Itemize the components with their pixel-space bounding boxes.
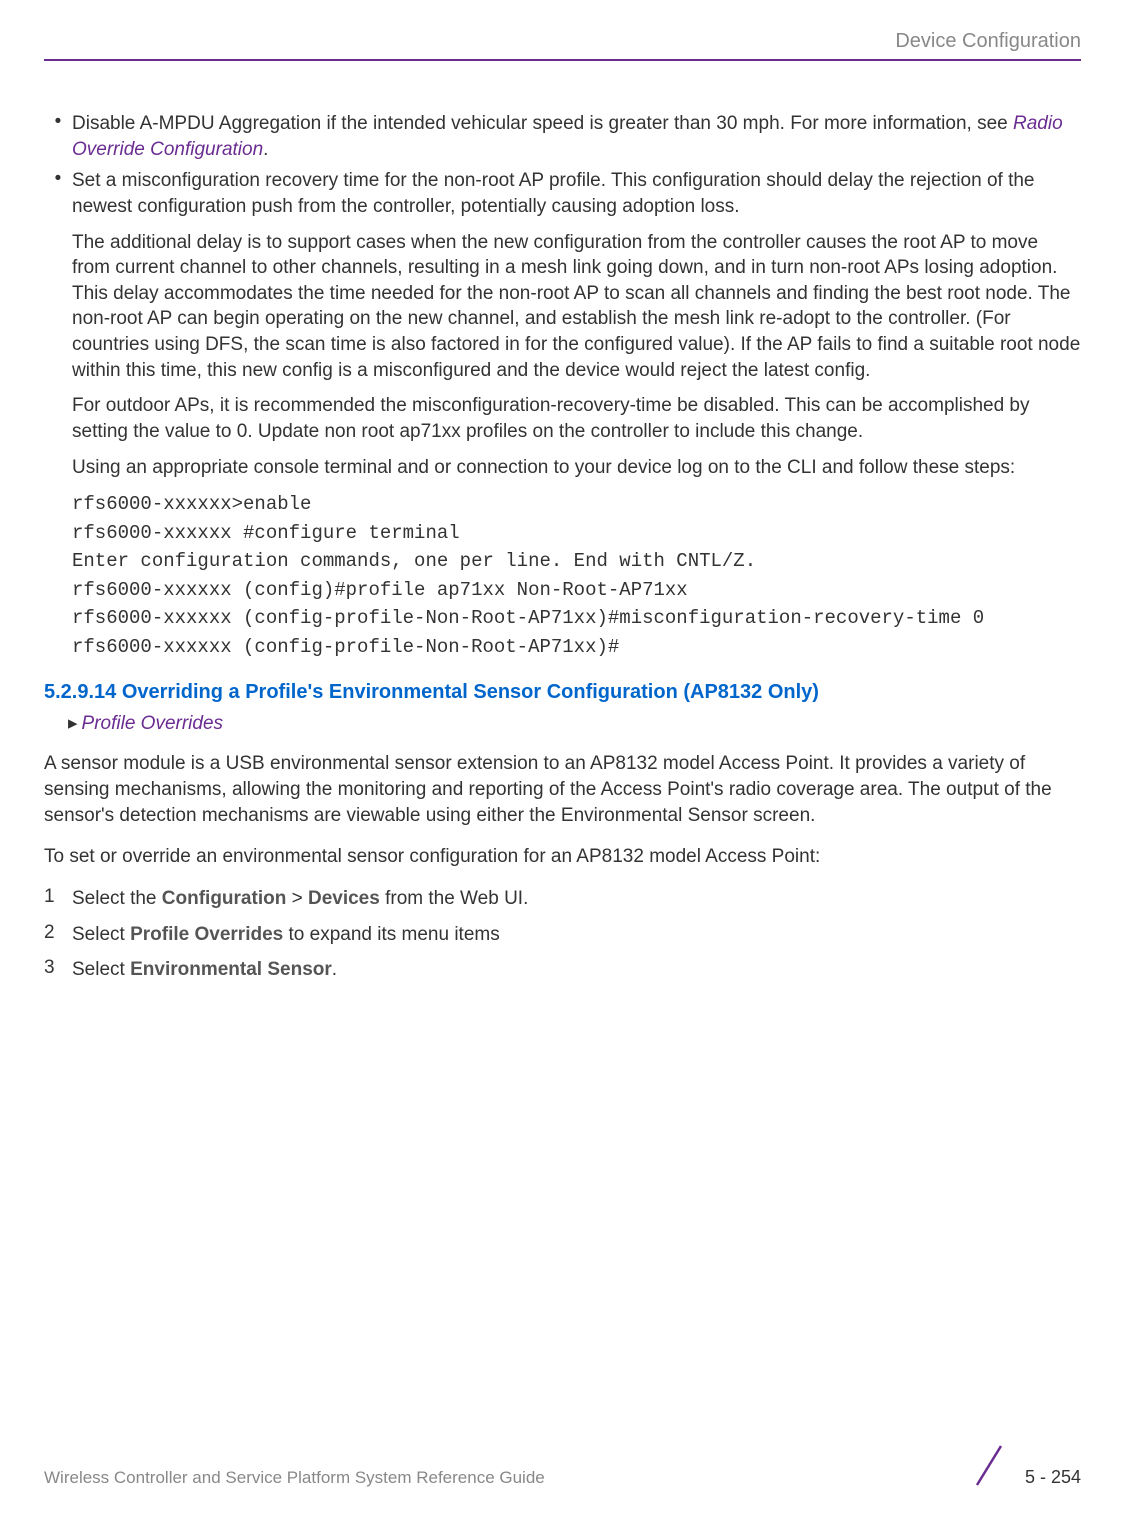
footer-right: 5 - 254 — [969, 1443, 1081, 1488]
cli-line-4: rfs6000-xxxxxx (config)#profile ap71xx N… — [72, 576, 1081, 605]
body-paragraph-1: A sensor module is a USB environmental s… — [44, 751, 1081, 828]
cli-line-3: Enter configuration commands, one per li… — [72, 547, 1081, 576]
cli-line-5: rfs6000-xxxxxx (config-profile-Non-Root-… — [72, 604, 1081, 633]
header-breadcrumb: Device Configuration — [44, 30, 1081, 53]
bullet-marker: • — [44, 168, 72, 219]
step-2: 2 Select Profile Overrides to expand its… — [44, 922, 1081, 948]
breadcrumb-link[interactable]: Profile Overrides — [82, 713, 224, 734]
guide-name: Wireless Controller and Service Platform… — [44, 1468, 545, 1488]
step-3: 3 Select Environmental Sensor. — [44, 957, 1081, 983]
breadcrumb-arrow-icon: ▸ — [68, 713, 78, 734]
step-number: 2 — [44, 922, 72, 948]
body-paragraph-2: To set or override an environmental sens… — [44, 844, 1081, 870]
bullet-1-text-after: . — [263, 139, 268, 160]
sub-paragraph-2: For outdoor APs, it is recommended the m… — [72, 393, 1081, 444]
cli-block: rfs6000-xxxxxx>enable rfs6000-xxxxxx #co… — [72, 490, 1081, 661]
page-header: Device Configuration — [44, 30, 1081, 61]
bullet-content-2: Set a misconfiguration recovery time for… — [72, 168, 1081, 219]
cli-line-2: rfs6000-xxxxxx #configure terminal — [72, 519, 1081, 548]
environmental-sensor-term: Environmental Sensor — [130, 959, 332, 980]
sub-paragraph-1: The additional delay is to support cases… — [72, 230, 1081, 384]
profile-overrides-term: Profile Overrides — [130, 924, 283, 945]
step-2-content: Select Profile Overrides to expand its m… — [72, 922, 1081, 948]
bullet-item-2: • Set a misconfiguration recovery time f… — [44, 168, 1081, 219]
step-3-content: Select Environmental Sensor. — [72, 957, 1081, 983]
step-number: 1 — [44, 886, 72, 912]
bullet-item-1: • Disable A-MPDU Aggregation if the inte… — [44, 111, 1081, 162]
devices-term: Devices — [308, 888, 380, 909]
bullet-content-1: Disable A-MPDU Aggregation if the intend… — [72, 111, 1081, 162]
cli-line-6: rfs6000-xxxxxx (config-profile-Non-Root-… — [72, 633, 1081, 662]
section-heading: 5.2.9.14 Overriding a Profile's Environm… — [44, 681, 1081, 704]
page-footer: Wireless Controller and Service Platform… — [44, 1443, 1081, 1488]
bullet-1-text-before: Disable A-MPDU Aggregation if the intend… — [72, 113, 1013, 134]
sub-paragraph-3: Using an appropriate console terminal an… — [72, 455, 1081, 481]
step-number: 3 — [44, 957, 72, 983]
bullet-marker: • — [44, 111, 72, 162]
configuration-term: Configuration — [162, 888, 287, 909]
step-1: 1 Select the Configuration > Devices fro… — [44, 886, 1081, 912]
section-breadcrumb: ▸Profile Overrides — [68, 712, 1081, 735]
slash-icon — [969, 1443, 1009, 1488]
cli-line-1: rfs6000-xxxxxx>enable — [72, 490, 1081, 519]
step-1-content: Select the Configuration > Devices from … — [72, 886, 1081, 912]
page-number: 5 - 254 — [1025, 1467, 1081, 1488]
